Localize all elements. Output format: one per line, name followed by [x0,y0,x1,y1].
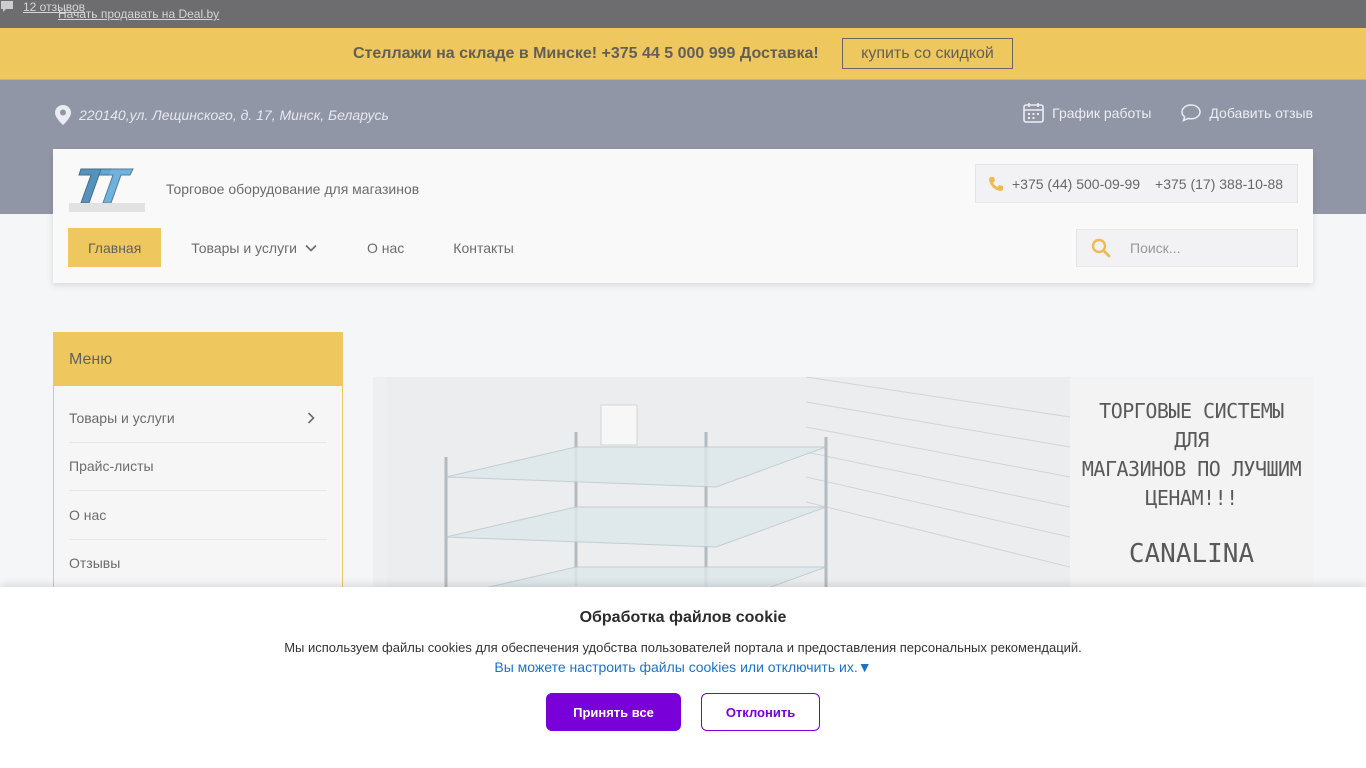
nav-about[interactable]: О нас [347,228,424,267]
side-menu-item-label: Отзывы [69,555,121,572]
side-menu-item-about[interactable]: О нас [69,491,327,540]
side-menu-item-reviews[interactable]: Отзывы [69,540,327,588]
banner-line-3: МАГАЗИНОВ ПО ЛУЧШИМ [1081,457,1302,481]
search-icon[interactable] [1091,238,1111,258]
accept-all-button[interactable]: Принять все [546,693,681,731]
cookie-buttons: Принять все Отклонить [0,693,1366,731]
hero-links: График работы Добавить отзыв [1023,102,1313,123]
banner-brand: CANALINA [1128,539,1255,569]
location-pin-icon [55,105,71,125]
side-menu-list: Товары и услуги Прайс-листы О нас Отзывы [54,386,342,588]
main-nav: Главная Товары и услуги О нас Контакты [68,228,534,267]
speech-bubble-icon [1181,103,1202,122]
side-menu-item-price-lists[interactable]: Прайс-листы [69,443,327,491]
promo-text: Стеллажи на складе в Минске! +375 44 5 0… [353,45,819,62]
company-tagline: Торговое оборудование для магазинов [166,181,420,197]
side-menu-item-goods[interactable]: Товары и услуги [69,394,327,443]
comment-icon [1,1,13,12]
banner-line-2: ДЛЯ [1174,428,1209,452]
add-review-link[interactable]: Добавить отзыв [1181,102,1313,123]
schedule-link[interactable]: График работы [1023,102,1151,123]
chevron-right-icon [307,412,315,424]
add-review-label: Добавить отзыв [1209,104,1313,121]
cookie-text: Мы используем файлы cookies для обеспече… [284,640,1082,655]
schedule-label: График работы [1052,104,1152,121]
start-selling-link[interactable]: Начать продавать на Deal.by [58,7,219,21]
address: 220140,ул. Лещинского, д. 17, Минск, Бел… [55,105,389,125]
nav-contacts[interactable]: Контакты [433,228,533,267]
top-bar: Начать продавать на Deal.by 12 отзывов [0,0,1366,28]
promo-banner: Стеллажи на складе в Минске! +375 44 5 0… [0,28,1366,80]
phone-number-2[interactable]: +375 (17) 388-10-88 [1155,176,1283,192]
side-menu-title: Меню [54,333,342,386]
cookie-title: Обработка файлов cookie [579,609,787,626]
nav-goods[interactable]: Товары и услуги [171,228,337,267]
chevron-down-icon [305,244,317,252]
banner-line-1: ТОРГОВЫЕ СИСТЕМЫ [1099,399,1284,423]
nav-home[interactable]: Главная [68,228,162,267]
search-box [1076,229,1298,267]
nav-goods-label: Товары и услуги [191,239,297,256]
side-menu-item-label: О нас [69,506,107,523]
buy-discount-button[interactable]: купить со скидкой [842,38,1013,69]
cookie-consent-panel: Обработка файлов cookie Мы используем фа… [0,587,1366,768]
decline-button[interactable]: Отклонить [701,693,820,731]
phone-icon [989,176,1003,191]
side-menu-item-label: Товары и услуги [69,409,175,426]
header-card: Торговое оборудование для магазинов +375… [53,149,1313,283]
search-input[interactable] [1130,240,1280,256]
company-logo[interactable] [67,165,147,213]
address-text: 220140,ул. Лещинского, д. 17, Минск, Бел… [79,107,389,123]
nav-contacts-label: Контакты [453,239,514,256]
nav-about-label: О нас [367,239,405,256]
calendar-icon [1023,103,1044,123]
nav-home-label: Главная [88,239,142,256]
banner-line-4: ЦЕНАМ!!! [1145,486,1238,510]
side-menu-item-label: Прайс-листы [69,458,154,475]
cookie-settings-link[interactable]: Вы можете настроить файлы cookies или от… [0,659,1366,675]
phone-number-1[interactable]: +375 (44) 500-09-99 [1012,176,1140,192]
banner-headline: ТОРГОВЫЕ СИСТЕМЫ ДЛЯ МАГАЗИНОВ ПО ЛУЧШИМ… [1070,377,1313,513]
phones-block[interactable]: +375 (44) 500-09-99 +375 (17) 388-10-88 [975,164,1298,203]
